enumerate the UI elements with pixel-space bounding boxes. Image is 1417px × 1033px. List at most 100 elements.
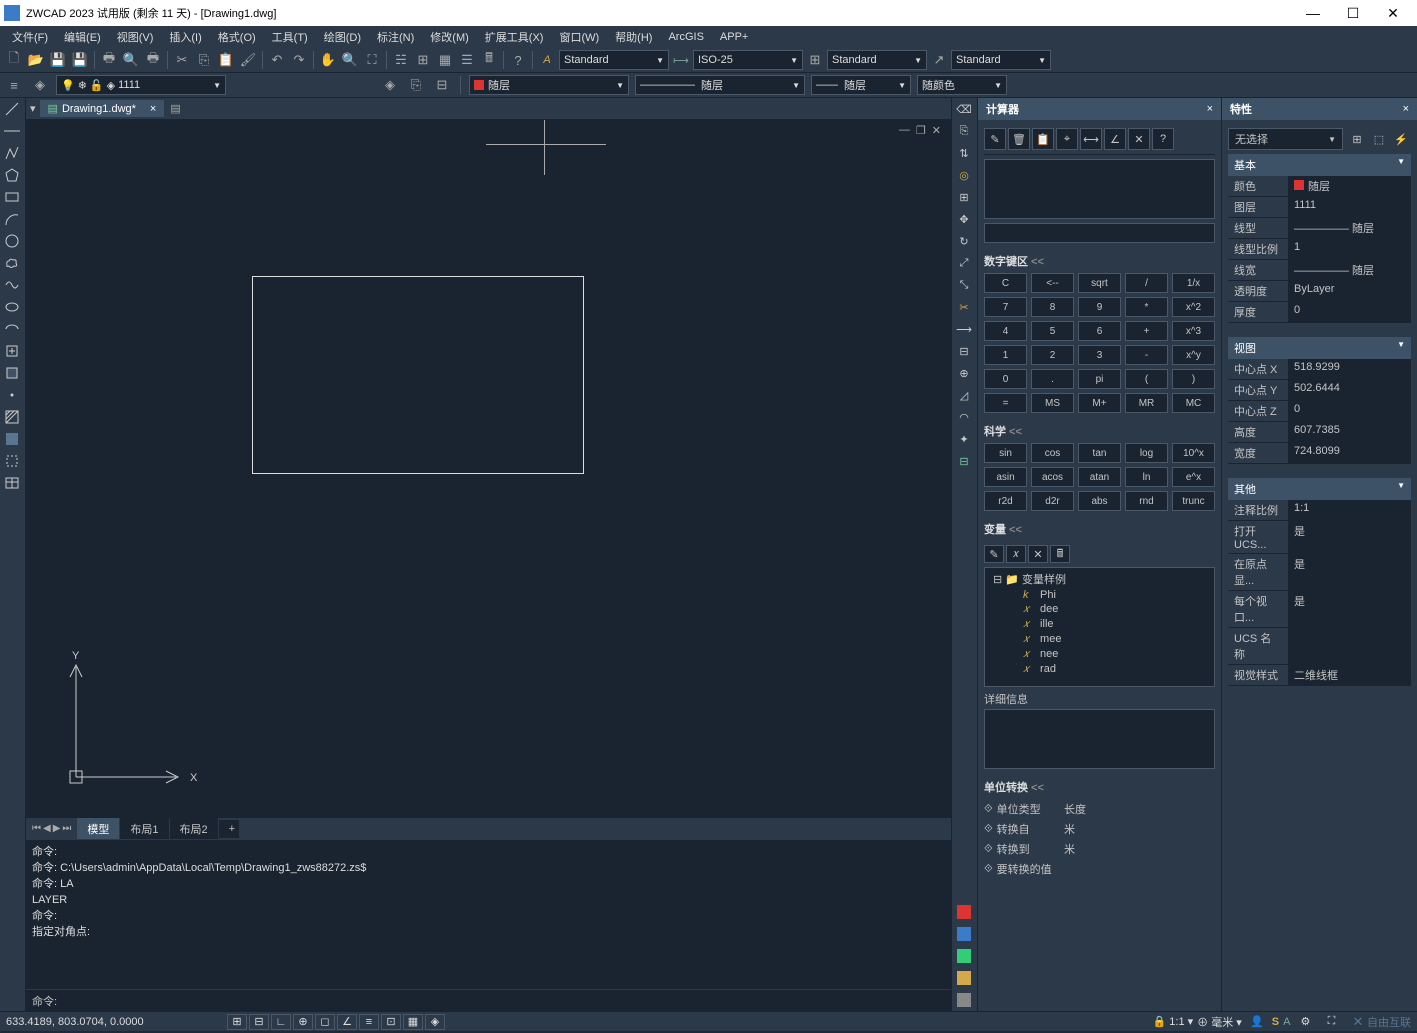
calc-btn-1x[interactable]: 1/x xyxy=(1172,273,1215,293)
prop-section-basic[interactable]: 基本▼ xyxy=(1228,154,1411,176)
region-tool[interactable] xyxy=(0,450,24,472)
calc-btn-C[interactable]: C xyxy=(984,273,1027,293)
calc-btn-x2[interactable]: x^2 xyxy=(1172,297,1215,317)
prop-value[interactable]: 是 xyxy=(1288,554,1411,590)
coordinates[interactable]: 633.4189, 803.0704, 0.0000 xyxy=(6,1016,226,1028)
layer-manager-button[interactable]: ≡ xyxy=(4,75,24,95)
prop-value[interactable]: 607.7385 xyxy=(1288,422,1411,442)
copy-tool[interactable]: ⎘ xyxy=(952,120,976,142)
tool-palette-button[interactable]: ▦ xyxy=(435,50,455,70)
calc-btn-0[interactable]: 0 xyxy=(984,369,1027,389)
polygon-tool[interactable] xyxy=(0,164,24,186)
circle-tool[interactable] xyxy=(0,230,24,252)
prop-value[interactable]: 是 xyxy=(1288,521,1411,553)
move-tool[interactable]: ✥ xyxy=(952,208,976,230)
calc-header[interactable]: 计算器× xyxy=(978,98,1221,120)
offset-tool[interactable]: ◎ xyxy=(952,164,976,186)
ortho-toggle[interactable]: ∟ xyxy=(271,1014,291,1030)
xline-tool[interactable] xyxy=(0,120,24,142)
linetype-combo[interactable]: —————随层▼ xyxy=(635,75,805,95)
prop-value[interactable]: 二维线框 xyxy=(1288,665,1411,685)
hatch-tool[interactable] xyxy=(0,406,24,428)
explode-tool[interactable]: ✦ xyxy=(952,428,976,450)
layer-state-button[interactable]: ⎘ xyxy=(406,75,426,95)
fillet-tool[interactable]: ◠ xyxy=(952,406,976,428)
selection-combo[interactable]: 无选择▼ xyxy=(1228,128,1343,150)
var-rad[interactable]: 𝑥 rad xyxy=(987,662,1212,677)
calc-btn-[interactable]: / xyxy=(1125,273,1168,293)
viewport[interactable]: — ❐ ✕ Y X xyxy=(26,120,951,817)
trim-tool[interactable]: ✂ xyxy=(952,296,976,318)
calc-btn-10x[interactable]: 10^x xyxy=(1172,443,1215,463)
unit-type-value[interactable]: 长度 xyxy=(1064,801,1215,817)
calc-help-icon[interactable]: ? xyxy=(1152,128,1174,150)
otrack-toggle[interactable]: ∠ xyxy=(337,1014,357,1030)
prop-value[interactable]: 724.8099 xyxy=(1288,443,1411,463)
polar-toggle[interactable]: ⊕ xyxy=(293,1014,313,1030)
calc-btn-6[interactable]: 6 xyxy=(1078,321,1121,341)
menu-标注n[interactable]: 标注(N) xyxy=(369,27,422,47)
vp-minimize-icon[interactable]: — xyxy=(899,124,910,137)
sci-header[interactable]: 科学 xyxy=(984,419,1215,443)
calc-button[interactable]: 🖩 xyxy=(479,50,499,70)
tab-layout1[interactable]: 布局1 xyxy=(120,818,169,840)
variable-tree[interactable]: ⊟ 📁 变量样例 k Phi𝑥 dee𝑥 ille𝑥 mee𝑥 nee𝑥 rad xyxy=(984,567,1215,687)
unit-from-value[interactable]: 米 xyxy=(1064,821,1215,837)
table-tool[interactable] xyxy=(0,472,24,494)
var-header[interactable]: 变量 xyxy=(984,517,1215,541)
arc-tool[interactable] xyxy=(0,208,24,230)
s-icon[interactable]: S xyxy=(1272,1016,1279,1028)
color-combo[interactable]: 随层▼ xyxy=(469,75,629,95)
menu-工具t[interactable]: 工具(T) xyxy=(264,27,316,47)
menu-帮助h[interactable]: 帮助(H) xyxy=(607,27,660,47)
calc-btn-[interactable]: ) xyxy=(1172,369,1215,389)
prop-value[interactable]: 518.9299 xyxy=(1288,359,1411,379)
undo-button[interactable]: ↶ xyxy=(267,50,287,70)
calc-btn-rnd[interactable]: rnd xyxy=(1125,491,1168,511)
calc-btn-atan[interactable]: atan xyxy=(1078,467,1121,487)
cycle-toggle[interactable]: ◈ xyxy=(425,1014,445,1030)
calc-btn-1[interactable]: 1 xyxy=(984,345,1027,365)
insert-block-tool[interactable] xyxy=(0,340,24,362)
color-swatch-3[interactable] xyxy=(952,945,976,967)
revcloud-tool[interactable] xyxy=(0,252,24,274)
numpad-header[interactable]: 数字键区 xyxy=(984,249,1215,273)
zoom-window-button[interactable]: ⛶ xyxy=(362,50,382,70)
calc-btn-[interactable]: = xyxy=(984,393,1027,413)
prop-value[interactable]: 0 xyxy=(1288,302,1411,322)
maximize-vp-icon[interactable]: ⛶ xyxy=(1321,1014,1341,1030)
menu-扩展工具x[interactable]: 扩展工具(X) xyxy=(477,27,552,47)
osnap-toggle[interactable]: ◻ xyxy=(315,1014,335,1030)
calc-btn-xy[interactable]: x^y xyxy=(1172,345,1215,365)
save-button[interactable]: 💾 xyxy=(48,50,68,70)
make-block-tool[interactable] xyxy=(0,362,24,384)
var-phi[interactable]: k Phi xyxy=(987,588,1212,602)
calc-btn-d2r[interactable]: d2r xyxy=(1031,491,1074,511)
calc-paste-icon[interactable]: 📋 xyxy=(1032,128,1054,150)
calc-btn-ex[interactable]: e^x xyxy=(1172,467,1215,487)
prop-section-view[interactable]: 视图▼ xyxy=(1228,337,1411,359)
break-tool[interactable]: ⊟ xyxy=(952,340,976,362)
model-toggle[interactable]: ▦ xyxy=(403,1014,423,1030)
snap-toggle[interactable]: ⊞ xyxy=(227,1014,247,1030)
lwt-toggle[interactable]: ≡ xyxy=(359,1014,379,1030)
calc-history-icon[interactable]: 🗑 xyxy=(1008,128,1030,150)
close-tab-icon[interactable]: × xyxy=(150,103,156,115)
menu-修改m[interactable]: 修改(M) xyxy=(422,27,477,47)
props-button[interactable]: ☵ xyxy=(391,50,411,70)
command-history[interactable]: 命令:命令: C:\Users\admin\AppData\Local\Temp… xyxy=(26,839,951,989)
calc-btn-acos[interactable]: acos xyxy=(1031,467,1074,487)
prop-value[interactable]: 502.6444 xyxy=(1288,380,1411,400)
calc-btn-7[interactable]: 7 xyxy=(984,297,1027,317)
gradient-tool[interactable] xyxy=(0,428,24,450)
tab-list-button[interactable]: ▾ xyxy=(30,102,36,115)
dyn-toggle[interactable]: ⊡ xyxy=(381,1014,401,1030)
calc-btn-x3[interactable]: x^3 xyxy=(1172,321,1215,341)
var-new-icon[interactable]: ✎ xyxy=(984,545,1004,563)
anno-scale-label[interactable]: 🔒 1:1 ▾ xyxy=(1153,1015,1194,1028)
cut-button[interactable]: ✂ xyxy=(172,50,192,70)
mirror-tool[interactable]: ⇅ xyxy=(952,142,976,164)
calc-btn-3[interactable]: 3 xyxy=(1078,345,1121,365)
new-file-button[interactable]: 🗋 xyxy=(4,50,24,70)
calc-display[interactable] xyxy=(984,159,1215,219)
